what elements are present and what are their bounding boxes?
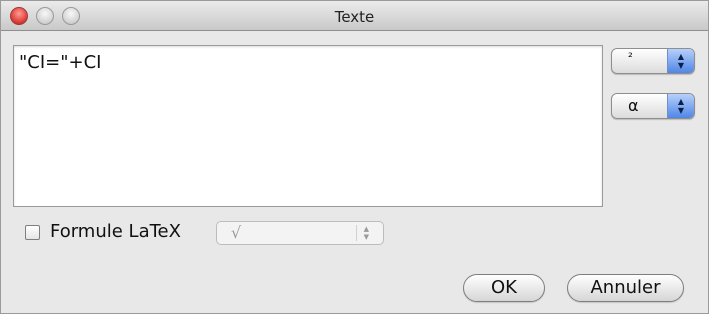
select-arrows-icon: ▲ ▼ [667,94,694,118]
greek-letter-select[interactable]: α ▲ ▼ [611,93,695,119]
greek-letter-select-value: α [628,96,639,115]
latex-formula-select[interactable]: √ ▲ ▼ [216,221,384,245]
ok-button[interactable]: OK [463,274,545,302]
latex-formula-checkbox[interactable] [25,225,40,240]
select-divider [356,225,357,241]
latex-formula-label[interactable]: Formule LaTeX [50,221,181,242]
select-arrows-icon: ▲ ▼ [363,225,369,241]
window-title: Texte [334,8,375,26]
text-editor[interactable]: "CI="+CI [13,45,603,207]
select-arrows-icon: ▲ ▼ [667,49,694,73]
text-dialog: Texte "CI="+CI ² ▲ ▼ α ▲ ▼ Formule LaTeX √… [0,0,709,314]
latex-formula-select-value: √ [231,223,242,242]
superscript-select[interactable]: ² ▲ ▼ [611,48,695,74]
title-bar[interactable]: Texte [1,1,708,31]
superscript-select-value: ² [628,50,633,64]
cancel-button[interactable]: Annuler [567,274,684,302]
